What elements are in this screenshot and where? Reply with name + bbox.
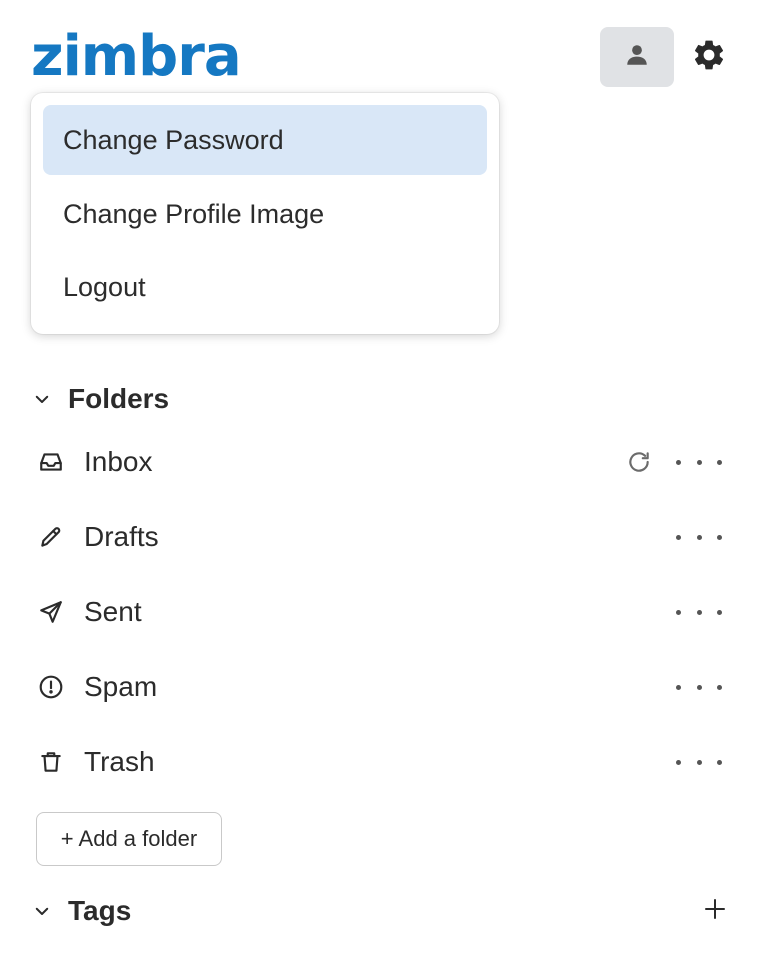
menu-item-label: Change Password (63, 124, 284, 155)
dot (676, 459, 681, 465)
folder-label: Inbox (84, 446, 153, 477)
user-menu-button[interactable] (600, 27, 674, 87)
gear-icon (691, 37, 727, 78)
dot (676, 684, 681, 690)
folder-label: Sent (84, 596, 142, 627)
send-icon (31, 592, 71, 632)
dot (696, 759, 702, 765)
dot (717, 534, 722, 540)
menu-item-change-password[interactable]: Change Password (43, 105, 487, 175)
dot (717, 759, 722, 765)
folders-title: Folders (68, 383, 170, 414)
tags-title: Tags (68, 895, 132, 926)
tags-section-header[interactable]: Tags (31, 891, 131, 931)
trash-icon (31, 742, 71, 782)
folder-item-sent[interactable]: Sent (31, 582, 731, 642)
folder-item-inbox[interactable]: Inbox (31, 432, 731, 492)
folder-item-trash[interactable]: Trash (31, 732, 731, 792)
dot (696, 534, 702, 540)
dot (676, 609, 681, 615)
folder-label: Trash (84, 746, 155, 777)
person-icon (624, 42, 650, 73)
zimbra-logo[interactable]: zimbra (31, 22, 242, 92)
folder-label: Drafts (84, 521, 159, 552)
refresh-icon[interactable] (626, 449, 652, 475)
folders-section-header[interactable]: Folders (31, 379, 169, 419)
add-folder-button[interactable]: + Add a folder (36, 812, 222, 866)
dot (676, 759, 681, 765)
folder-label: Spam (84, 671, 158, 702)
folder-more-options-button[interactable] (676, 517, 722, 557)
pencil-icon (31, 517, 71, 557)
dot (717, 459, 722, 465)
settings-button[interactable] (689, 37, 729, 77)
menu-item-change-profile-image[interactable]: Change Profile Image (43, 179, 487, 249)
dot (696, 609, 702, 615)
dot (696, 459, 702, 465)
menu-item-label: Logout (63, 271, 146, 302)
inbox-icon (31, 442, 71, 482)
folder-more-options-button[interactable] (676, 592, 722, 632)
folder-more-options-button[interactable] (676, 742, 722, 782)
folder-more-options-button[interactable] (676, 442, 722, 482)
folder-more-options-button[interactable] (676, 667, 722, 707)
menu-item-label: Change Profile Image (63, 198, 325, 229)
dot (676, 534, 681, 540)
dot (717, 609, 722, 615)
dot (696, 684, 702, 690)
menu-item-logout[interactable]: Logout (43, 252, 487, 322)
dot (717, 684, 722, 690)
chevron-down-icon (31, 388, 53, 410)
mail-sidebar: zimbra Change Password Change Profile Im… (0, 0, 760, 957)
user-dropdown-menu: Change Password Change Profile Image Log… (31, 93, 499, 334)
folder-item-drafts[interactable]: Drafts (31, 507, 731, 567)
folder-item-spam[interactable]: Spam (31, 657, 731, 717)
alert-circle-icon (31, 667, 71, 707)
add-tag-button[interactable] (700, 896, 730, 926)
plus-icon (703, 897, 727, 926)
chevron-down-icon (31, 900, 53, 922)
